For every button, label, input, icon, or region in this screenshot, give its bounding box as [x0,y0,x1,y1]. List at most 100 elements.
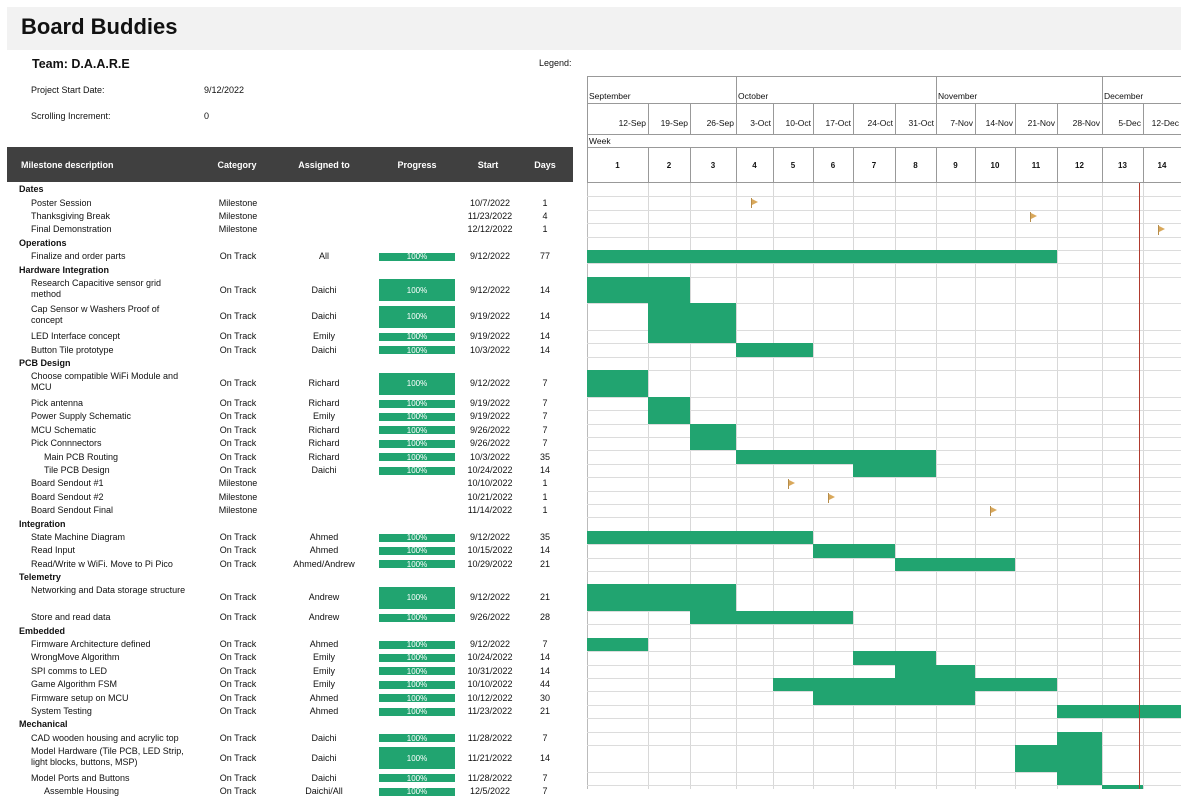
week-divider [936,147,937,182]
header-days: Days [534,160,556,170]
header-category: Category [217,160,257,170]
task-name: Main PCB Routing [44,451,119,462]
task-start: 10/12/2022 [467,692,513,703]
task-assigned: Andrew [308,592,340,603]
header-bottom-border [587,182,1181,183]
week-date: 26-Sep [706,118,734,128]
task-start: 9/26/2022 [469,438,511,449]
task-days: 7 [542,378,548,388]
task-assigned: Emily [313,331,335,342]
flag-cloth [789,480,795,487]
header-start: Start [477,160,499,170]
task-assigned: Daichi [311,344,337,355]
task-assigned: Daichi [311,752,337,763]
task-name: SPI comms to LED [31,665,108,676]
grid-row-line [587,236,1181,238]
section-heading: Integration [19,518,66,529]
task-name: Thanksgiving Break [31,211,111,221]
task-days: 7 [542,732,548,743]
week-divider [853,147,854,182]
date-divider [773,103,774,134]
progress-label: 100% [406,379,428,388]
task-assigned: Emily [313,652,335,663]
task-name: Cap Sensor w Washers Proof of concept [31,304,160,326]
task-assigned: Emily [313,411,335,422]
week-label: Week [589,136,611,146]
week-number: 8 [913,161,918,170]
header-assigned: Assigned to [298,160,350,170]
task-start: 10/3/2022 [469,344,511,355]
task-days: 14 [539,331,551,342]
date-divider [1015,103,1016,134]
task-days: 7 [542,411,548,422]
progress-label: 100% [406,680,428,690]
date-divider [648,103,649,134]
week-number: 14 [1157,161,1167,170]
progress-label: 100% [406,753,428,763]
task-name: Read Input [31,545,76,556]
month-label: October [738,91,769,101]
gantt-bar [648,396,690,411]
task-assigned: Ahmed/Andrew [293,558,355,569]
grid-row-line [587,477,1181,479]
progress-label: 100% [406,707,428,716]
week-divider [975,147,976,182]
section-heading: Mechanical [19,719,68,730]
month-label: November [938,91,978,101]
task-start: 10/3/2022 [469,451,511,462]
gantt-bar [648,330,736,344]
task-category: On Track [219,378,257,388]
task-assigned: Daichi/All [305,786,343,797]
grid-row-line [587,611,1181,612]
week-number: 9 [953,161,958,170]
task-assigned: Richard [308,451,340,462]
grid-row-line [587,571,1181,572]
week-date: 31-Oct [908,118,934,128]
task-assigned: Ahmed [309,532,339,542]
task-start: 11/21/2022 [467,752,513,763]
task-days: 7 [542,772,548,783]
date-divider [813,103,814,134]
task-category: On Track [219,398,257,408]
task-category: On Track [219,665,257,676]
project-start-value[interactable]: 9/12/2022 [204,85,244,95]
task-category: On Track [219,545,257,556]
week-date: 10-Oct [785,118,811,128]
task-name: Read/Write w WiFi. Move to Pi Pico [31,558,173,569]
section-heading: Dates [19,184,44,195]
task-assigned: Daichi [311,311,337,322]
gantt-bar [853,651,936,665]
task-category: On Track [219,344,257,355]
scroll-increment-value[interactable]: 0 [204,111,209,121]
gantt-bar [648,303,736,330]
task-assigned: Andrew [308,612,340,623]
header-date-border [587,134,1181,135]
progress-label: 100% [406,425,428,435]
progress-label: 100% [406,252,428,262]
gantt-bar [587,637,648,652]
header-top-border [587,76,1181,77]
task-name: Pick antenna [31,398,84,408]
week-date: 17-Oct [825,118,851,128]
task-days: 21 [539,592,551,603]
task-assigned: Ahmed [309,692,339,703]
gantt-bar [587,584,736,611]
task-start: 12/5/2022 [469,786,511,797]
task-category: On Track [219,772,257,783]
week-number: 13 [1118,161,1127,170]
week-number: 1 [615,161,620,170]
task-days: 14 [539,752,551,763]
task-start: 11/23/2022 [467,211,513,221]
gantt-bar [773,678,1057,692]
task-days: 35 [539,532,551,542]
team-name: Team: D.A.A.R.E [32,57,130,71]
grid-row-line [587,718,1181,720]
task-name: Button Tile prototype [31,344,114,355]
task-category: On Track [219,706,257,716]
task-name: Finalize and order parts [31,251,126,262]
week-date: 3-Oct [750,118,771,128]
task-start: 10/15/2022 [467,545,513,556]
progress-label: 100% [406,439,428,449]
progress-label: 100% [406,787,428,797]
task-category: On Track [219,639,257,649]
